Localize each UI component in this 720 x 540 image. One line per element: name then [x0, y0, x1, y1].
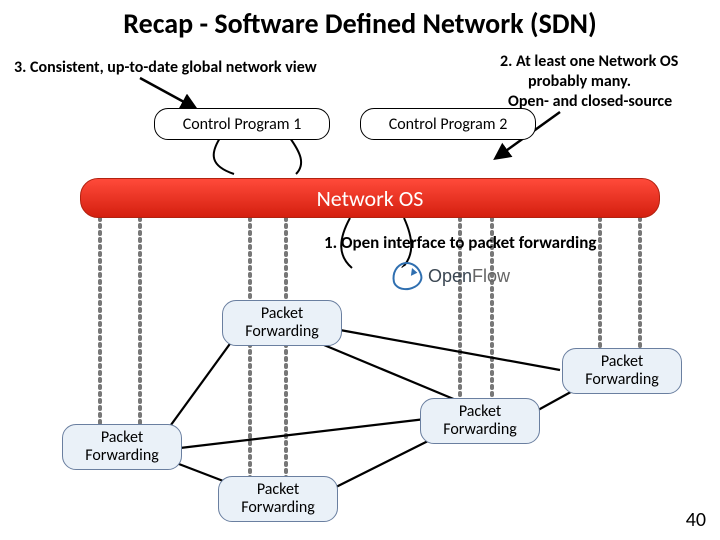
slide-title: Recap - Software Defined Network (SDN) [0, 6, 720, 41]
annotation-two-line2: probably many. [528, 72, 720, 91]
slide-number: 40 [686, 508, 706, 532]
control-program-2: Control Program 2 [360, 108, 536, 140]
annotation-one: 1. Open interface to packet forwarding [324, 232, 596, 253]
packet-forwarding-node-mid: Packet Forwarding [420, 398, 540, 444]
annotation-three: 3. Consistent, up-to-date global network… [14, 58, 364, 77]
openflow-text-flow: Flow [472, 266, 510, 286]
packet-forwarding-node-right: Packet Forwarding [562, 348, 682, 394]
control-program-1: Control Program 1 [154, 108, 330, 140]
annotation-two-line1: 2. At least one Network OS [500, 52, 720, 71]
packet-forwarding-node-bottom: Packet Forwarding [218, 476, 338, 522]
packet-forwarding-node-left: Packet Forwarding [62, 424, 182, 470]
openflow-icon [389, 259, 424, 293]
openflow-text-open: Open [428, 266, 472, 286]
packet-forwarding-node-top: Packet Forwarding [222, 300, 342, 346]
openflow-logo: OpenFlow [392, 262, 510, 290]
network-os-bar: Network OS [80, 178, 660, 218]
annotation-two-line3: Open- and closed-source [508, 92, 720, 111]
